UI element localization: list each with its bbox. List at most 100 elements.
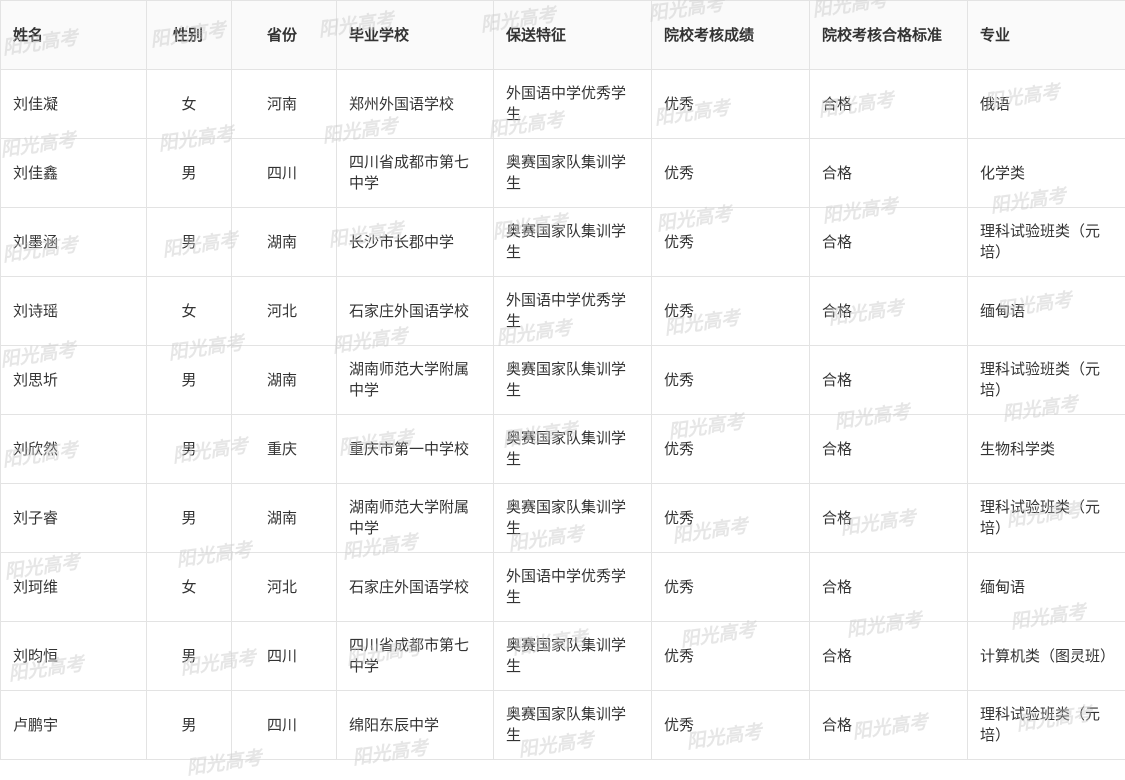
cell-feature: 奥赛国家队集训学生 — [494, 691, 652, 760]
cell-gender: 男 — [147, 691, 232, 760]
cell-gender: 男 — [147, 415, 232, 484]
cell-province: 四川 — [232, 622, 337, 691]
header-row: 姓名 性别 省份 毕业学校 保送特征 院校考核成绩 院校考核合格标准 专业 — [1, 1, 1125, 70]
cell-province: 湖南 — [232, 346, 337, 415]
cell-gender: 男 — [147, 622, 232, 691]
cell-major: 化学类 — [968, 139, 1125, 208]
cell-score: 优秀 — [652, 208, 810, 277]
cell-major: 生物科学类 — [968, 415, 1125, 484]
table-row: 刘佳鑫男四川四川省成都市第七中学奥赛国家队集训学生优秀合格化学类 — [1, 139, 1125, 208]
cell-gender: 女 — [147, 277, 232, 346]
cell-name: 刘佳鑫 — [1, 139, 147, 208]
cell-name: 刘墨涵 — [1, 208, 147, 277]
cell-major: 理科试验班类（元培） — [968, 484, 1125, 553]
table-body: 刘佳凝女河南郑州外国语学校外国语中学优秀学生优秀合格俄语刘佳鑫男四川四川省成都市… — [1, 70, 1125, 760]
cell-standard: 合格 — [810, 415, 968, 484]
cell-feature: 奥赛国家队集训学生 — [494, 208, 652, 277]
cell-feature: 外国语中学优秀学生 — [494, 553, 652, 622]
cell-standard: 合格 — [810, 484, 968, 553]
cell-school: 湖南师范大学附属中学 — [337, 484, 494, 553]
cell-major: 计算机类（图灵班） — [968, 622, 1125, 691]
cell-province: 河南 — [232, 70, 337, 139]
cell-score: 优秀 — [652, 484, 810, 553]
cell-school: 湖南师范大学附属中学 — [337, 346, 494, 415]
cell-school: 重庆市第一中学校 — [337, 415, 494, 484]
header-score: 院校考核成绩 — [652, 1, 810, 70]
cell-name: 卢鹏宇 — [1, 691, 147, 760]
cell-school: 绵阳东辰中学 — [337, 691, 494, 760]
cell-feature: 奥赛国家队集训学生 — [494, 346, 652, 415]
cell-name: 刘昀恒 — [1, 622, 147, 691]
cell-major: 理科试验班类（元培） — [968, 208, 1125, 277]
header-major: 专业 — [968, 1, 1125, 70]
cell-school: 四川省成都市第七中学 — [337, 622, 494, 691]
header-province: 省份 — [232, 1, 337, 70]
header-name: 姓名 — [1, 1, 147, 70]
cell-province: 河北 — [232, 277, 337, 346]
cell-school: 四川省成都市第七中学 — [337, 139, 494, 208]
cell-score: 优秀 — [652, 691, 810, 760]
table-row: 刘昀恒男四川四川省成都市第七中学奥赛国家队集训学生优秀合格计算机类（图灵班） — [1, 622, 1125, 691]
cell-standard: 合格 — [810, 208, 968, 277]
cell-school: 郑州外国语学校 — [337, 70, 494, 139]
cell-gender: 女 — [147, 553, 232, 622]
cell-name: 刘欣然 — [1, 415, 147, 484]
cell-feature: 外国语中学优秀学生 — [494, 70, 652, 139]
cell-standard: 合格 — [810, 691, 968, 760]
cell-feature: 奥赛国家队集训学生 — [494, 484, 652, 553]
table-row: 刘珂维女河北石家庄外国语学校外国语中学优秀学生优秀合格缅甸语 — [1, 553, 1125, 622]
cell-name: 刘诗瑶 — [1, 277, 147, 346]
cell-province: 河北 — [232, 553, 337, 622]
table-row: 刘墨涵男湖南长沙市长郡中学奥赛国家队集训学生优秀合格理科试验班类（元培） — [1, 208, 1125, 277]
cell-major: 俄语 — [968, 70, 1125, 139]
cell-province: 湖南 — [232, 208, 337, 277]
table-row: 刘欣然男重庆重庆市第一中学校奥赛国家队集训学生优秀合格生物科学类 — [1, 415, 1125, 484]
cell-school: 石家庄外国语学校 — [337, 553, 494, 622]
cell-gender: 男 — [147, 484, 232, 553]
cell-major: 理科试验班类（元培） — [968, 346, 1125, 415]
cell-standard: 合格 — [810, 139, 968, 208]
cell-score: 优秀 — [652, 70, 810, 139]
cell-score: 优秀 — [652, 346, 810, 415]
header-gender: 性别 — [147, 1, 232, 70]
cell-gender: 男 — [147, 139, 232, 208]
cell-gender: 男 — [147, 208, 232, 277]
cell-score: 优秀 — [652, 277, 810, 346]
cell-standard: 合格 — [810, 70, 968, 139]
cell-standard: 合格 — [810, 346, 968, 415]
cell-name: 刘珂维 — [1, 553, 147, 622]
cell-school: 石家庄外国语学校 — [337, 277, 494, 346]
cell-feature: 外国语中学优秀学生 — [494, 277, 652, 346]
cell-gender: 男 — [147, 346, 232, 415]
table-row: 刘佳凝女河南郑州外国语学校外国语中学优秀学生优秀合格俄语 — [1, 70, 1125, 139]
cell-major: 缅甸语 — [968, 553, 1125, 622]
cell-province: 重庆 — [232, 415, 337, 484]
admissions-table: 姓名 性别 省份 毕业学校 保送特征 院校考核成绩 院校考核合格标准 专业 刘佳… — [0, 0, 1125, 760]
cell-name: 刘子睿 — [1, 484, 147, 553]
cell-name: 刘思圻 — [1, 346, 147, 415]
cell-major: 缅甸语 — [968, 277, 1125, 346]
table-row: 刘诗瑶女河北石家庄外国语学校外国语中学优秀学生优秀合格缅甸语 — [1, 277, 1125, 346]
table-row: 刘子睿男湖南湖南师范大学附属中学奥赛国家队集训学生优秀合格理科试验班类（元培） — [1, 484, 1125, 553]
header-standard: 院校考核合格标准 — [810, 1, 968, 70]
table-row: 刘思圻男湖南湖南师范大学附属中学奥赛国家队集训学生优秀合格理科试验班类（元培） — [1, 346, 1125, 415]
cell-gender: 女 — [147, 70, 232, 139]
cell-score: 优秀 — [652, 622, 810, 691]
cell-feature: 奥赛国家队集训学生 — [494, 622, 652, 691]
table-row: 卢鹏宇男四川绵阳东辰中学奥赛国家队集训学生优秀合格理科试验班类（元培） — [1, 691, 1125, 760]
cell-feature: 奥赛国家队集训学生 — [494, 139, 652, 208]
header-school: 毕业学校 — [337, 1, 494, 70]
cell-standard: 合格 — [810, 277, 968, 346]
cell-province: 四川 — [232, 139, 337, 208]
header-feature: 保送特征 — [494, 1, 652, 70]
cell-feature: 奥赛国家队集训学生 — [494, 415, 652, 484]
cell-name: 刘佳凝 — [1, 70, 147, 139]
cell-province: 湖南 — [232, 484, 337, 553]
cell-score: 优秀 — [652, 415, 810, 484]
cell-standard: 合格 — [810, 622, 968, 691]
cell-major: 理科试验班类（元培） — [968, 691, 1125, 760]
cell-province: 四川 — [232, 691, 337, 760]
cell-score: 优秀 — [652, 139, 810, 208]
cell-score: 优秀 — [652, 553, 810, 622]
cell-school: 长沙市长郡中学 — [337, 208, 494, 277]
